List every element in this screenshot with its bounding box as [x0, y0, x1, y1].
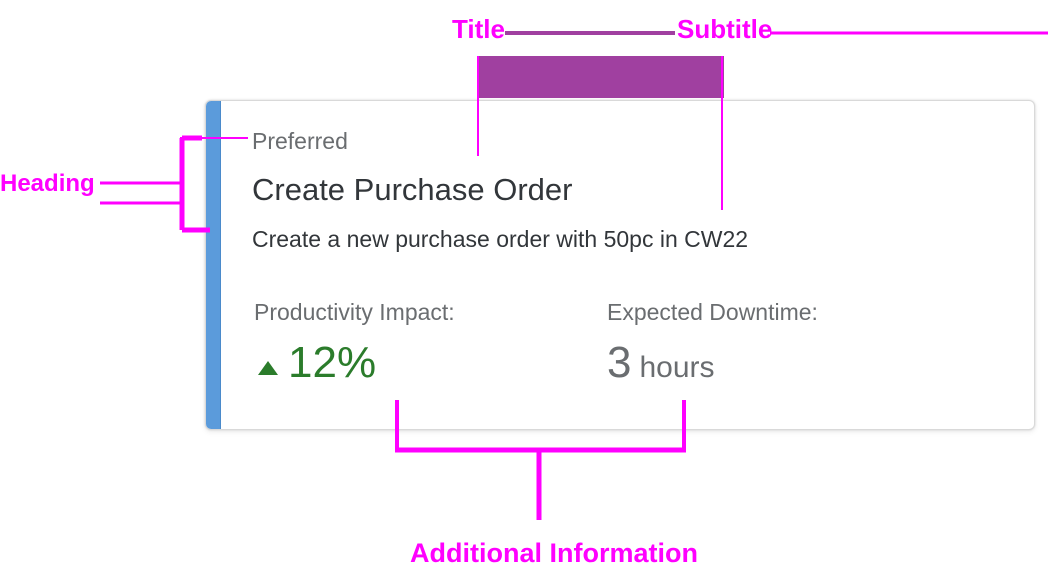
card-accent-bar: [206, 101, 221, 429]
trend-up-icon: [258, 361, 278, 375]
kpi-unit-downtime: hours: [639, 351, 715, 384]
annotation-box-top: [478, 56, 724, 98]
kpi-number-downtime: 3: [607, 338, 632, 387]
recommendation-card[interactable]: Preferred Create Purchase Order Create a…: [205, 100, 1035, 430]
kpi-label-downtime: Expected Downtime:: [607, 299, 818, 325]
card-subtitle: Create a new purchase order with 50pc in…: [252, 226, 749, 252]
annotation-label-subtitle: Subtitle: [677, 14, 773, 44]
annotation-label-additional: Additional Information: [410, 538, 698, 568]
kpi-value-downtime: 3 hours: [607, 341, 715, 385]
card-heading: Preferred: [252, 128, 348, 154]
kpi-number-productivity: 12%: [288, 338, 377, 387]
annotation-label-heading: Heading: [0, 170, 95, 197]
kpi-label-productivity: Productivity Impact:: [254, 299, 455, 325]
kpi-value-productivity: 12%: [258, 341, 376, 385]
card-title: Create Purchase Order: [252, 172, 573, 207]
annotation-label-title: Title: [452, 14, 505, 44]
